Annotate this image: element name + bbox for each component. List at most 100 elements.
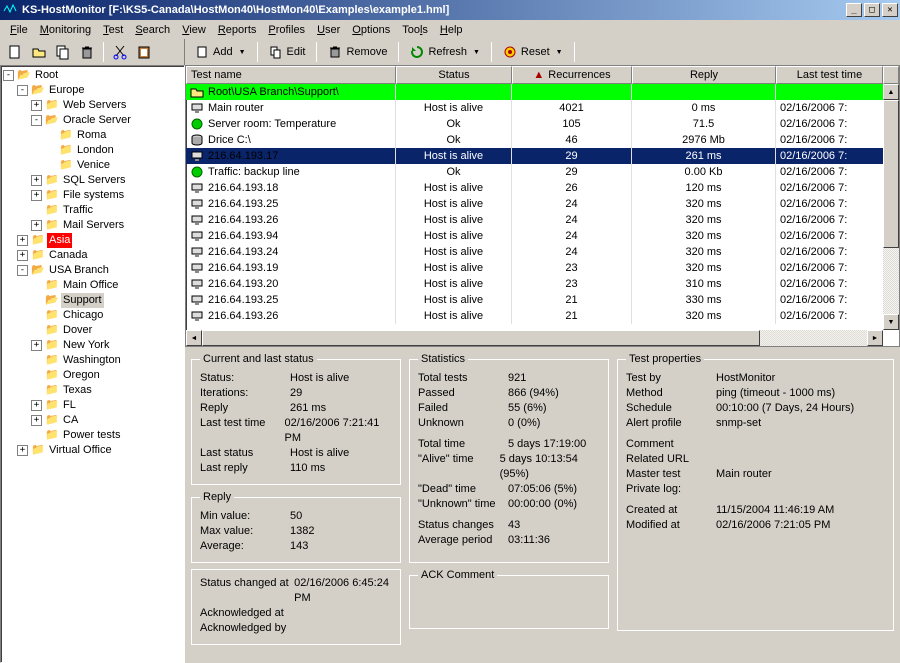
menu-profiles[interactable]: Profiles <box>262 22 311 38</box>
tree-item[interactable]: Washington <box>61 353 123 368</box>
table-row[interactable]: Drice C:\Ok462976 Mb02/16/2006 7: <box>186 132 899 148</box>
tree-item[interactable]: CA <box>61 413 80 428</box>
table-row[interactable]: Traffic: backup lineOk290.00 Kb02/16/200… <box>186 164 899 180</box>
add-button[interactable]: Add▼ <box>189 41 252 63</box>
tree-item[interactable]: Oregon <box>61 368 102 383</box>
row-icon <box>190 197 204 211</box>
cell-reply: 310 ms <box>632 276 776 292</box>
vertical-scrollbar[interactable]: ▲ ▼ <box>883 84 899 330</box>
tree-item[interactable]: Mail Servers <box>61 218 126 233</box>
menu-search[interactable]: Search <box>129 22 176 38</box>
expand-icon[interactable]: - <box>3 70 14 81</box>
tree-item[interactable]: Traffic <box>61 203 95 218</box>
menu-help[interactable]: Help <box>434 22 469 38</box>
col-testname[interactable]: Test name <box>186 66 396 84</box>
tree-delete-icon[interactable] <box>76 41 98 63</box>
cell-lasttest: 02/16/2006 7: <box>776 292 899 308</box>
tree-support-selected[interactable]: Support <box>61 293 104 308</box>
scroll-left-icon[interactable]: ◄ <box>186 330 202 346</box>
table-row[interactable]: 216.64.193.25Host is alive24320 ms02/16/… <box>186 196 899 212</box>
minimize-button[interactable]: _ <box>846 3 862 17</box>
remove-button[interactable]: Remove <box>322 41 393 63</box>
tree-item[interactable]: Roma <box>75 128 108 143</box>
test-grid[interactable]: Test name Status ▲Recurrences Reply Last… <box>185 65 900 347</box>
cell-recurrences: 23 <box>512 260 632 276</box>
tree-item[interactable]: Web Servers <box>61 98 128 113</box>
tree-item[interactable]: Main Office <box>61 278 120 293</box>
maximize-button[interactable]: □ <box>864 3 880 17</box>
tree-copy-icon[interactable] <box>52 41 74 63</box>
tree-item[interactable]: FL <box>61 398 78 413</box>
refresh-button[interactable]: Refresh▼ <box>404 41 485 63</box>
table-row[interactable]: Server room: TemperatureOk10571.502/16/2… <box>186 116 899 132</box>
scroll-up-icon[interactable]: ▲ <box>883 84 899 100</box>
scroll-right-icon[interactable]: ► <box>867 330 883 346</box>
tree-item[interactable]: Texas <box>61 383 94 398</box>
close-button[interactable]: ✕ <box>882 3 898 17</box>
table-row[interactable]: 216.64.193.94Host is alive24320 ms02/16/… <box>186 228 899 244</box>
cell-recurrences: 21 <box>512 308 632 324</box>
table-row[interactable]: 216.64.193.24Host is alive24320 ms02/16/… <box>186 244 899 260</box>
cell-name: 216.64.193.26 <box>208 214 278 226</box>
menu-tools[interactable]: Tools <box>396 22 434 38</box>
tree-item[interactable]: USA Branch <box>47 263 111 278</box>
menu-reports[interactable]: Reports <box>212 22 263 38</box>
tree-new-icon[interactable] <box>4 41 26 63</box>
tree-item[interactable]: London <box>75 143 116 158</box>
tree-cut-icon[interactable] <box>109 41 131 63</box>
table-row[interactable]: 216.64.193.17Host is alive29261 ms02/16/… <box>186 148 899 164</box>
menu-monitoring[interactable]: Monitoring <box>34 22 97 38</box>
tree-paste-icon[interactable] <box>133 41 155 63</box>
table-row[interactable]: 216.64.193.19Host is alive23320 ms02/16/… <box>186 260 899 276</box>
horizontal-scrollbar[interactable]: ◄ ► <box>186 330 883 346</box>
cell-status: Host is alive <box>396 244 512 260</box>
tree-item[interactable]: Dover <box>61 323 94 338</box>
tree-item[interactable]: Canada <box>47 248 90 263</box>
tree-item[interactable]: New York <box>61 338 111 353</box>
tree-open-icon[interactable] <box>28 41 50 63</box>
table-row[interactable]: 216.64.193.18Host is alive26120 ms02/16/… <box>186 180 899 196</box>
status-change-group: Status changed at02/16/2006 6:45:24 PM A… <box>191 569 401 645</box>
menu-file[interactable]: File <box>4 22 34 38</box>
tree-item[interactable]: Power tests <box>61 428 122 443</box>
tree-item[interactable]: Virtual Office <box>47 443 114 458</box>
table-row[interactable]: Main routerHost is alive40210 ms02/16/20… <box>186 100 899 116</box>
tree-europe[interactable]: Europe <box>47 83 86 98</box>
table-row[interactable]: 216.64.193.26Host is alive21320 ms02/16/… <box>186 308 899 324</box>
tree-item[interactable]: Venice <box>75 158 112 173</box>
folder-tree[interactable]: -📂Root -📂Europe +📁Web Servers -📂Oracle S… <box>0 65 185 663</box>
menu-test[interactable]: Test <box>97 22 129 38</box>
window-title: KS-HostMonitor [F:\KS5-Canada\HostMon40\… <box>22 4 844 16</box>
table-row[interactable]: Root\USA Branch\Support\ <box>186 84 899 100</box>
table-row[interactable]: 216.64.193.25Host is alive21330 ms02/16/… <box>186 292 899 308</box>
cell-status: Ok <box>396 116 512 132</box>
tree-item[interactable]: Oracle Server <box>61 113 133 128</box>
col-lasttest[interactable]: Last test time <box>776 66 883 84</box>
table-row[interactable]: 216.64.193.20Host is alive23310 ms02/16/… <box>186 276 899 292</box>
tree-item[interactable]: Chicago <box>61 308 105 323</box>
tree-root[interactable]: Root <box>33 68 60 83</box>
scroll-down-icon[interactable]: ▼ <box>883 314 899 330</box>
row-icon <box>190 117 204 131</box>
app-icon <box>2 2 18 18</box>
sort-indicator-icon: ▲ <box>533 69 544 81</box>
tree-asia[interactable]: Asia <box>47 233 72 248</box>
cell-name: 216.64.193.25 <box>208 294 278 306</box>
row-icon <box>190 133 204 147</box>
cell-name: Traffic: backup line <box>208 166 300 178</box>
menu-user[interactable]: User <box>311 22 346 38</box>
col-status[interactable]: Status <box>396 66 512 84</box>
cell-name: 216.64.193.25 <box>208 198 278 210</box>
table-row[interactable]: 216.64.193.26Host is alive24320 ms02/16/… <box>186 212 899 228</box>
menu-view[interactable]: View <box>176 22 212 38</box>
edit-button[interactable]: Edit <box>263 41 312 63</box>
cell-reply: 320 ms <box>632 228 776 244</box>
tree-item[interactable]: File systems <box>61 188 126 203</box>
reset-button[interactable]: Reset▼ <box>497 41 569 63</box>
tree-item[interactable]: SQL Servers <box>61 173 128 188</box>
col-recurrences[interactable]: ▲Recurrences <box>512 66 632 84</box>
row-icon <box>190 101 204 115</box>
menu-options[interactable]: Options <box>346 22 396 38</box>
cell-reply: 320 ms <box>632 244 776 260</box>
col-reply[interactable]: Reply <box>632 66 776 84</box>
